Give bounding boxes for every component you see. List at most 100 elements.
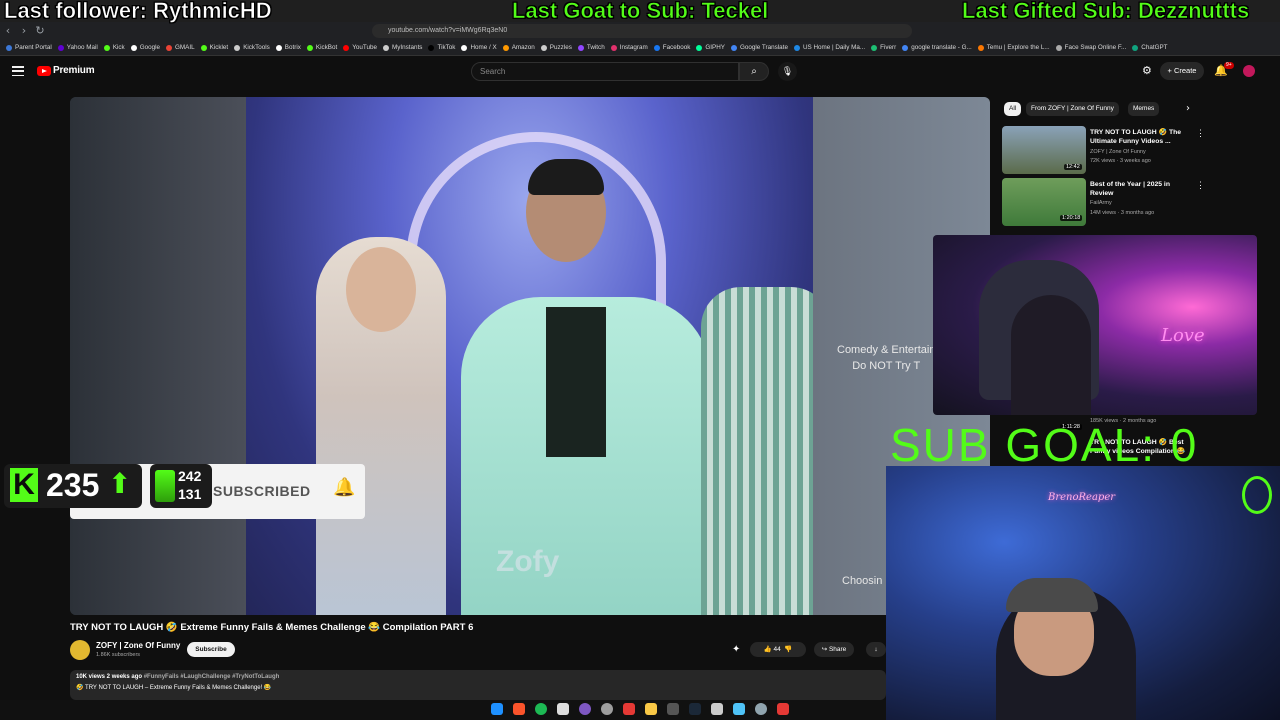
photos-icon[interactable] [733, 703, 745, 715]
bookmark-item[interactable]: ChatGPT [1132, 44, 1168, 51]
groom-shirt [546, 307, 606, 457]
bookmark-item[interactable]: GMAIL [166, 44, 195, 51]
chip-all[interactable]: All [1004, 102, 1022, 116]
bookmark-item[interactable]: Fiverr [871, 44, 896, 51]
bookmark-item[interactable]: Puzzles [540, 44, 572, 51]
pin-icon[interactable] [777, 703, 789, 715]
bookmark-label: YouTube [352, 44, 378, 51]
description-line: 🤣 TRY NOT TO LAUGH – Extreme Funny Fails… [76, 685, 272, 691]
bookmark-favicon-icon [653, 44, 660, 51]
channel-name[interactable]: ZOFY | Zone Of Funny [96, 641, 180, 650]
bookmark-item[interactable]: US Home | Daily Ma... [793, 44, 865, 51]
bookmark-item[interactable]: KickTools [234, 44, 270, 51]
rec-title-2[interactable]: Best of the Year | 2025 in Review [1090, 180, 1190, 198]
bookmark-label: Home / X [470, 44, 497, 51]
video-player[interactable]: Zofy Comedy & Entertain Do NOT Try T Cho… [70, 97, 990, 615]
bookmark-item[interactable]: Yahoo Mail [57, 44, 98, 51]
video-title: TRY NOT TO LAUGH 🤣 Extreme Funny Fails &… [70, 622, 474, 633]
folder-icon[interactable] [645, 703, 657, 715]
microphone-icon[interactable]: 🎙 [778, 62, 797, 81]
chevron-right-icon[interactable]: › [1186, 102, 1190, 116]
bookmark-item[interactable]: Facebook [653, 44, 690, 51]
location-icon[interactable] [623, 703, 635, 715]
bookmark-favicon-icon [234, 44, 241, 51]
bookmark-label: TikTok [437, 44, 456, 51]
bookmark-item[interactable]: KickBot [306, 44, 337, 51]
bookmark-item[interactable]: Kicklet [200, 44, 229, 51]
subscribe-button[interactable]: Subscribe [187, 642, 235, 657]
dislike-icon[interactable]: 👎 [783, 646, 792, 653]
last-follower-overlay: Last follower: RythmicHD [4, 0, 272, 23]
download-icon[interactable]: ↓ [866, 642, 886, 657]
bookmark-item[interactable]: Parent Portal [6, 44, 52, 51]
bookmark-item[interactable]: Botrix [275, 44, 301, 51]
search-icon[interactable]: ⌕ [739, 62, 769, 81]
cast-icon[interactable]: ⚙ [1142, 64, 1152, 78]
channel-logo-icon [1242, 476, 1272, 514]
back-icon[interactable]: ‹ [0, 23, 16, 39]
bookmark-item[interactable]: MyInstants [383, 44, 422, 51]
bookmark-item[interactable]: Google Translate [730, 44, 788, 51]
bookmark-item[interactable]: Amazon [502, 44, 535, 51]
bookmark-favicon-icon [1055, 44, 1062, 51]
kick-viewer-count: 235 [46, 467, 100, 503]
create-button[interactable]: + Create [1160, 62, 1204, 80]
ask-icon[interactable]: ✦ [732, 643, 740, 657]
bookmarks-bar: Parent Portal Yahoo Mail Kick Google GMAIL Ki… [0, 40, 1280, 56]
bookmark-favicon-icon [540, 44, 547, 51]
video-frame: Zofy [246, 97, 813, 615]
hashtags[interactable]: #FunnyFails #LaughChallenge #TryNotToLau… [144, 674, 280, 680]
bookmark-favicon-icon [902, 44, 909, 51]
bookmark-favicon-icon [696, 44, 703, 51]
streamer-cap [1006, 578, 1098, 612]
youtube-premium-label[interactable]: Premium [53, 65, 95, 76]
bookmark-item[interactable]: YouTube [343, 44, 377, 51]
settings-icon[interactable] [755, 703, 767, 715]
bookmark-item[interactable]: Home / X [461, 44, 497, 51]
bookmark-favicon-icon [1132, 44, 1139, 51]
bookmark-label: Fiverr [880, 44, 897, 51]
bookmark-label: Kicklet [209, 44, 229, 51]
url-field[interactable]: youtube.com/watch?v=iMWg6Rq3eN0 [372, 24, 912, 38]
bookmark-label: ChatGPT [1141, 44, 1168, 51]
bookmark-favicon-icon [57, 44, 64, 51]
app-icon[interactable] [579, 703, 591, 715]
reload-icon[interactable]: ↻ [32, 23, 48, 39]
windows-start-icon[interactable] [491, 703, 503, 715]
like-dislike-pill[interactable]: 👍 44 👎 [750, 642, 806, 657]
more-vert-icon[interactable]: ⋮ [1196, 128, 1205, 139]
spotify-icon[interactable] [535, 703, 547, 715]
more-vert-icon[interactable]: ⋮ [1196, 180, 1205, 191]
bookmark-item[interactable]: Twitch [577, 44, 605, 51]
obs-icon[interactable] [601, 703, 613, 715]
brave-icon[interactable] [513, 703, 525, 715]
share-button[interactable]: ↪ Share [814, 642, 854, 657]
bookmark-item[interactable]: TikTok [428, 44, 455, 51]
bookmark-item[interactable]: GIPHY [696, 44, 725, 51]
like-icon[interactable]: 👍 [764, 646, 772, 653]
channel-avatar[interactable] [70, 640, 90, 660]
bookmark-item[interactable]: Instagram [610, 44, 648, 51]
account-avatar[interactable] [1243, 65, 1255, 77]
notes-icon[interactable] [711, 703, 723, 715]
steam-icon[interactable] [689, 703, 701, 715]
bookmark-favicon-icon [730, 44, 737, 51]
bookmark-item[interactable]: Face Swap Online F... [1055, 44, 1126, 51]
calendar-icon[interactable] [557, 703, 569, 715]
bookmark-item[interactable]: Google [130, 44, 160, 51]
bookmark-item[interactable]: Kick [103, 44, 125, 51]
menu-icon[interactable] [12, 66, 24, 76]
bookmark-item[interactable]: google translate - G... [902, 44, 972, 51]
bookmark-label: MyInstants [392, 44, 423, 51]
bookmark-label: Parent Portal [15, 44, 52, 51]
streamer-silhouette [1011, 295, 1091, 415]
forward-icon[interactable]: › [16, 23, 32, 39]
rec-title-1[interactable]: TRY NOT TO LAUGH 🤣 The Ultimate Funny Vi… [1090, 128, 1190, 146]
chip-memes[interactable]: Memes [1128, 102, 1160, 116]
terminal-icon[interactable] [667, 703, 679, 715]
chip-from-channel[interactable]: From ZOFY | Zone Of Funny [1026, 102, 1119, 116]
bookmark-label: Twitch [586, 44, 605, 51]
youtube-logo-icon[interactable] [37, 66, 51, 76]
search-input[interactable]: Search [471, 62, 739, 81]
bookmark-item[interactable]: Temu | Explore the L... [977, 44, 1050, 51]
